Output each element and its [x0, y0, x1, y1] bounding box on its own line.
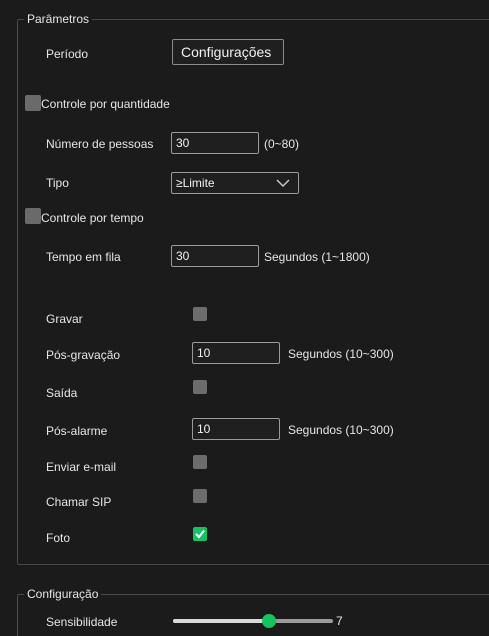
- sensibilidade-slider-thumb[interactable]: [262, 614, 276, 628]
- enviar-email-label: Enviar e-mail: [46, 460, 117, 474]
- sensibilidade-slider-fill: [173, 619, 269, 623]
- pos-alarme-label: Pós-alarme: [46, 424, 108, 438]
- foto-label: Foto: [46, 531, 71, 545]
- tempo-fila-label: Tempo em fila: [46, 250, 121, 264]
- foto-checkbox[interactable]: [193, 527, 207, 541]
- pos-gravacao-input[interactable]: 10: [192, 342, 280, 364]
- pos-alarme-input[interactable]: 10: [192, 418, 280, 440]
- parametros-title: Parâmetros: [24, 12, 93, 26]
- chamar-sip-label: Chamar SIP: [46, 495, 112, 509]
- numero-pessoas-input[interactable]: 30: [171, 132, 259, 154]
- pos-alarme-unit: Segundos (10~300): [288, 423, 394, 437]
- periodo-label: Período: [46, 47, 89, 61]
- saida-checkbox[interactable]: [193, 380, 207, 394]
- configuracao-title: Configuração: [24, 587, 102, 601]
- gravar-checkbox[interactable]: [193, 307, 207, 321]
- checkmark-icon: [195, 529, 205, 539]
- tipo-select-value: ≥Limite: [176, 176, 215, 190]
- enviar-email-checkbox[interactable]: [193, 455, 207, 469]
- controle-quantidade-checkbox[interactable]: [25, 95, 41, 111]
- controle-tempo-checkbox[interactable]: [25, 208, 41, 224]
- configuracoes-button[interactable]: Configurações: [172, 39, 284, 65]
- gravar-label: Gravar: [46, 312, 83, 326]
- alarm-settings-page: Parâmetros Período Configurações Control…: [0, 0, 489, 636]
- pos-gravacao-label: Pós-gravação: [46, 348, 121, 362]
- chamar-sip-checkbox[interactable]: [193, 489, 207, 503]
- controle-tempo-label: Controle por tempo: [41, 211, 144, 225]
- tempo-fila-input[interactable]: 30: [171, 245, 259, 267]
- tipo-select[interactable]: ≥Limite: [171, 172, 299, 194]
- sensibilidade-label: Sensibilidade: [46, 615, 118, 629]
- sensibilidade-value: 7: [336, 614, 343, 628]
- pos-gravacao-unit: Segundos (10~300): [288, 347, 394, 361]
- controle-quantidade-label: Controle por quantidade: [41, 97, 170, 111]
- chevron-down-icon: [276, 179, 290, 187]
- sensibilidade-slider[interactable]: [173, 614, 333, 628]
- tempo-fila-unit: Segundos (1~1800): [264, 250, 370, 264]
- saida-label: Saída: [46, 386, 78, 400]
- numero-pessoas-range: (0~80): [264, 137, 300, 151]
- tipo-label: Tipo: [46, 176, 69, 190]
- numero-pessoas-label: Número de pessoas: [46, 137, 154, 151]
